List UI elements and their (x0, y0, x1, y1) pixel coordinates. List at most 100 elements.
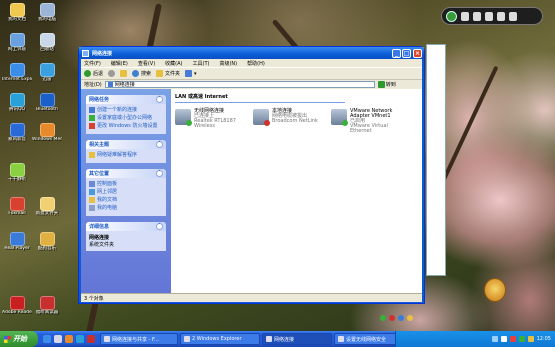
taskbar-button[interactable]: 网络连接 (262, 333, 332, 345)
gadget-settings-icon[interactable] (509, 11, 517, 21)
task-link[interactable]: 更改 Windows 防火墙设置 (89, 123, 163, 129)
panel-header[interactable]: 其它位置 ˄ (86, 169, 166, 178)
gadget-button-icon[interactable] (485, 11, 493, 21)
menu-item[interactable]: 收藏(A) (165, 60, 182, 67)
ie-quicklaunch-icon[interactable] (43, 335, 51, 343)
task-link[interactable]: 网络疑难解答程序 (89, 152, 163, 158)
menu-item[interactable]: 帮助(H) (247, 60, 265, 67)
back-button[interactable]: 后退 (84, 70, 103, 77)
desktop-icon[interactable]: 酷狗音乐 (32, 232, 62, 251)
close-button[interactable]: × (413, 49, 422, 58)
desktop-icon[interactable]: 千千静听 (2, 163, 32, 182)
desktop-app-icon (9, 63, 25, 77)
desktop-icon[interactable]: Foxmail (2, 197, 32, 216)
desktop-icon[interactable]: 迅雷 (32, 63, 62, 82)
collapse-icon[interactable]: ˄ (156, 170, 163, 177)
panel-header[interactable]: 相关主题 ˄ (86, 140, 166, 149)
security-tray-icon[interactable] (509, 336, 516, 342)
lion-desktop-pet-icon[interactable] (484, 278, 506, 302)
connection-device: VMware Virtual Ethernet (350, 123, 388, 134)
tray-app-icon[interactable] (407, 315, 413, 321)
desktop-icon[interactable]: Real Player (2, 232, 32, 251)
address-bar: 地址(D) 网络连接 转到 (81, 79, 422, 89)
media-player-icon[interactable] (65, 335, 73, 343)
desktop-icon[interactable]: Windows Media Player (32, 123, 62, 142)
title-bar[interactable]: 网络连接 _ □ × (79, 47, 424, 59)
go-arrow-icon (377, 81, 385, 88)
collapse-icon[interactable]: ˄ (156, 141, 163, 148)
taskbar-button[interactable]: 2 Windows Explorer (180, 333, 260, 345)
desktop-icon[interactable]: Bluetooth (32, 93, 62, 112)
tray-app-icon[interactable] (380, 315, 386, 321)
forward-button[interactable] (108, 70, 116, 77)
menu-item[interactable]: 编辑(E) (111, 60, 128, 67)
connection-item[interactable]: 本地连接 网络电缆被拔出 Broadcom NetLink (253, 109, 323, 134)
clock[interactable]: 12:05 (537, 336, 551, 342)
taskbar-button[interactable]: 网络连接与共享 - F... (100, 333, 178, 345)
maximize-button[interactable]: □ (402, 49, 411, 58)
gadget-button-icon[interactable] (473, 11, 481, 21)
task-link[interactable]: 控制面板 (89, 181, 163, 187)
network-tasks-panel: 网络任务 ˄ 创建一个新的连接 设置家庭或小型办公网络 更改 Windows 防火墙… (86, 95, 166, 134)
task-link[interactable]: 我的文档 (89, 197, 163, 203)
desktop-app-icon (9, 123, 25, 137)
gadget-button-icon[interactable] (497, 11, 505, 21)
task-link[interactable]: 设置家庭或小型办公网络 (89, 115, 163, 121)
desktop-app-icon (39, 3, 55, 17)
explorer-window[interactable]: 网络连接 _ □ × 文件(F) 编辑(E) 查看(V) 收藏(A) 工具(T) 高级(N… (78, 46, 425, 304)
desktop-icon[interactable]: 福昕阅读器 (32, 296, 62, 315)
desktop-icon[interactable]: 新建文件夹 (32, 197, 62, 216)
minimize-button[interactable]: _ (392, 49, 401, 58)
tray-app-icon[interactable] (398, 315, 404, 321)
connection-item[interactable]: 无线网络连接 已连接上 Realtek RTL8187 Wireless (175, 109, 245, 134)
desktop-app-icon (9, 93, 25, 107)
show-desktop-icon[interactable] (54, 335, 62, 343)
up-button[interactable] (120, 70, 128, 77)
app-tray-icon[interactable] (518, 336, 525, 342)
desktop-icon[interactable]: 我的电脑 (32, 3, 62, 22)
address-input[interactable]: 网络连接 (104, 81, 375, 88)
desktop-icon-label: 腾讯QQ (8, 107, 26, 112)
desktop-icon[interactable]: 我的文档 (2, 3, 32, 22)
tray-app-icon[interactable] (389, 315, 395, 321)
views-button[interactable]: ▾ (185, 70, 197, 77)
desktop-icon[interactable]: 网上邻居 (2, 33, 32, 52)
desktop-icon[interactable]: Internet Explorer (2, 63, 32, 82)
desktop-icon-label: Windows Media Player (32, 137, 62, 142)
start-button[interactable]: 开始 (0, 331, 38, 347)
panel-header[interactable]: 网络任务 ˄ (86, 95, 166, 104)
task-link[interactable]: 我的电脑 (89, 205, 163, 211)
search-button[interactable]: 搜索 (132, 70, 151, 77)
connection-item[interactable]: VMware Network Adapter VMnet1 已启用 VMware V… (331, 109, 401, 134)
task-link-icon (89, 189, 95, 195)
menu-item[interactable]: 文件(F) (84, 60, 101, 67)
background-window[interactable] (426, 44, 446, 276)
volume-tray-icon[interactable] (500, 336, 507, 342)
connection-device: Realtek RTL8187 Wireless (194, 118, 236, 129)
desktop-icon-label: Foxmail (8, 211, 26, 216)
app-tray-icon[interactable] (527, 336, 534, 342)
task-link[interactable]: 网上邻居 (89, 189, 163, 195)
gadget-button-icon[interactable] (461, 11, 469, 21)
taskbar: 开始 网络连接与共享 - F... 2 Windows Explorer 网络连接设… (0, 331, 555, 347)
quick-launch (38, 335, 100, 343)
sidebar-gadget[interactable] (441, 7, 543, 25)
desktop-icon[interactable]: 暴风影音 (2, 123, 32, 142)
collapse-icon[interactable]: ˄ (156, 96, 163, 103)
task-link[interactable]: 创建一个新的连接 (89, 107, 163, 113)
desktop-icon[interactable]: Adobe Reader (2, 296, 32, 315)
panel-header[interactable]: 详细信息 ˅ (86, 222, 166, 231)
go-button[interactable]: 转到 (377, 81, 396, 88)
menu-item[interactable]: 工具(T) (193, 60, 210, 67)
network-tray-icon[interactable] (491, 336, 498, 342)
expand-icon[interactable]: ˅ (156, 223, 163, 230)
menu-item[interactable]: 查看(V) (138, 60, 155, 67)
folders-button[interactable]: 文件夹 (156, 70, 180, 77)
desktop-icon[interactable]: 腾讯QQ (2, 93, 32, 112)
content-area: 网络任务 ˄ 创建一个新的连接 设置家庭或小型办公网络 更改 Windows 防火墙… (81, 89, 422, 293)
qq-quicklaunch-icon[interactable] (76, 335, 84, 343)
app-quicklaunch-icon[interactable] (87, 335, 95, 343)
desktop-icon[interactable]: 回收站 (32, 33, 62, 52)
menu-item[interactable]: 高级(N) (219, 60, 237, 67)
task-link-icon (89, 197, 95, 203)
